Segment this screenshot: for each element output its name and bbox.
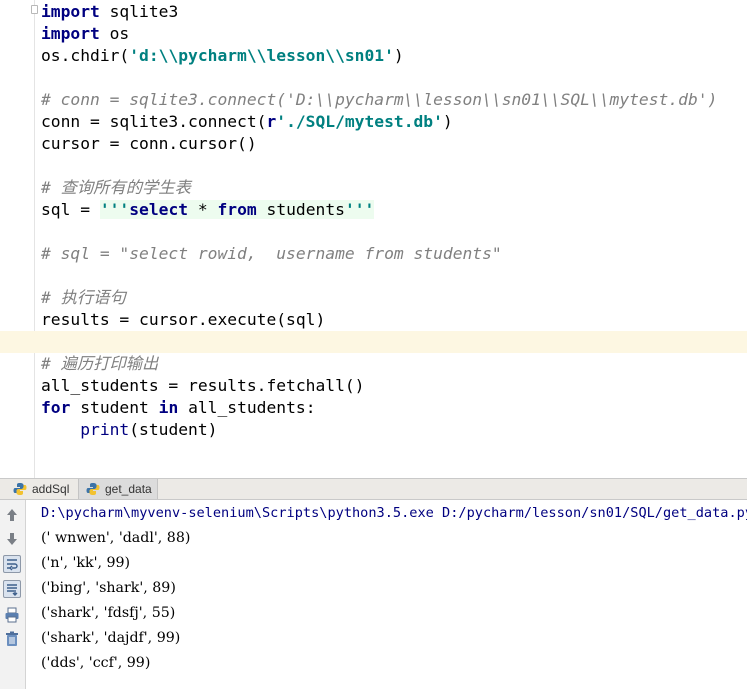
- code-token: sql =: [41, 200, 100, 219]
- code-line[interactable]: [41, 221, 747, 243]
- trash-icon[interactable]: [3, 630, 21, 648]
- console-output-line: ('shark', 'dajdf', 99): [41, 630, 181, 646]
- console-output-line: ('bing', 'shark', 89): [41, 580, 176, 596]
- code-line[interactable]: import sqlite3: [41, 1, 747, 23]
- code-line[interactable]: cursor = conn.cursor(): [41, 133, 747, 155]
- python-file-icon: [13, 483, 27, 495]
- code-line[interactable]: # 查询所有的学生表: [41, 177, 747, 199]
- code-token: for: [41, 398, 71, 417]
- code-token: student: [70, 398, 159, 417]
- run-tab-bar: addSql get_data: [0, 478, 747, 500]
- code-line[interactable]: import os: [41, 23, 747, 45]
- code-token: # 执行语句: [41, 288, 126, 307]
- code-token: ): [442, 112, 453, 131]
- fold-marker-icon[interactable]: [31, 5, 38, 14]
- code-line[interactable]: os.chdir('d:\\pycharm\\lesson\\sn01'): [41, 45, 747, 67]
- code-token: import: [41, 2, 100, 21]
- code-token: ): [393, 46, 404, 65]
- code-token: ''': [99, 200, 130, 219]
- scroll-to-end-icon[interactable]: [3, 580, 21, 598]
- code-line[interactable]: [41, 265, 747, 287]
- code-token: (student): [129, 420, 218, 439]
- console-toolbar: [0, 500, 26, 689]
- code-token: ''': [344, 200, 375, 219]
- code-token: 'd:\\pycharm\\lesson\\sn01': [129, 46, 394, 65]
- code-token: './SQL/mytest.db': [276, 112, 443, 131]
- code-token: r: [266, 112, 277, 131]
- tab-get-data[interactable]: get_data: [78, 479, 158, 499]
- code-token: students: [256, 200, 345, 219]
- code-line[interactable]: [0, 331, 747, 353]
- print-icon[interactable]: [3, 606, 21, 624]
- code-editor[interactable]: import sqlite3 import os os.chdir('d:\\pyc…: [0, 0, 747, 478]
- code-token: # conn = sqlite3.connect('D:\\pycharm\\l…: [41, 90, 718, 109]
- code-token: from: [217, 200, 257, 219]
- run-console[interactable]: D:\pycharm\myvenv-selenium\Scripts\pytho…: [41, 503, 747, 678]
- code-token: # 查询所有的学生表: [41, 178, 191, 197]
- code-token: os.chdir(: [41, 46, 130, 65]
- code-token: import: [41, 24, 100, 43]
- code-area[interactable]: import sqlite3 import os os.chdir('d:\\pyc…: [0, 1, 747, 441]
- console-output-line: ('n', 'kk', 99): [41, 555, 131, 571]
- python-file-icon: [86, 483, 100, 495]
- code-line[interactable]: # 执行语句: [41, 287, 747, 309]
- down-arrow-icon[interactable]: [3, 530, 21, 548]
- console-output-line: ('shark', 'fdsfj', 55): [41, 605, 176, 621]
- code-token: all_students:: [178, 398, 316, 417]
- code-line[interactable]: sql = '''select * from students''': [41, 199, 747, 221]
- code-line[interactable]: [41, 67, 747, 89]
- code-token: sqlite3: [99, 2, 179, 21]
- console-output-line: (' wnwen', 'dadl', 88): [41, 530, 191, 546]
- code-line[interactable]: results = cursor.execute(sql): [41, 309, 747, 331]
- code-token: in: [158, 398, 179, 417]
- editor-gutter: [0, 0, 38, 478]
- code-token: # 遍历打印输出: [41, 354, 159, 373]
- code-token: select: [129, 200, 189, 219]
- tab-addsql-label: addSql: [32, 482, 70, 496]
- tab-get-data-label: get_data: [105, 482, 152, 496]
- code-token: results = cursor.execute(sql): [41, 310, 326, 329]
- code-line[interactable]: # 遍历打印输出: [41, 353, 747, 375]
- run-command: D:\pycharm\myvenv-selenium\Scripts\pytho…: [41, 505, 747, 521]
- code-line[interactable]: # conn = sqlite3.connect('D:\\pycharm\\l…: [41, 89, 747, 111]
- code-token: os: [99, 24, 130, 43]
- code-token: all_students = results.fetchall(): [41, 376, 365, 395]
- code-token: conn = sqlite3.connect(: [41, 112, 267, 131]
- up-arrow-icon[interactable]: [3, 506, 21, 524]
- code-line[interactable]: for student in all_students:: [41, 397, 747, 419]
- tab-addsql[interactable]: addSql: [6, 479, 78, 499]
- code-token: cursor = conn.cursor(): [41, 134, 257, 153]
- code-line[interactable]: # sql = "select rowid, username from stu…: [41, 243, 747, 265]
- code-line[interactable]: all_students = results.fetchall(): [41, 375, 747, 397]
- console-output-line: ('dds', 'ccf', 99): [41, 655, 151, 671]
- soft-wrap-icon[interactable]: [3, 555, 21, 573]
- code-line[interactable]: conn = sqlite3.connect(r'./SQL/mytest.db…: [41, 111, 747, 133]
- console-output: (' wnwen', 'dadl', 88) ('n', 'kk', 99) ('b…: [41, 528, 747, 678]
- code-token: print: [80, 420, 130, 439]
- code-line[interactable]: print(student): [41, 419, 747, 441]
- code-line[interactable]: [41, 155, 747, 177]
- code-token: *: [188, 200, 218, 219]
- code-token: # sql = "select rowid, username from stu…: [41, 244, 502, 263]
